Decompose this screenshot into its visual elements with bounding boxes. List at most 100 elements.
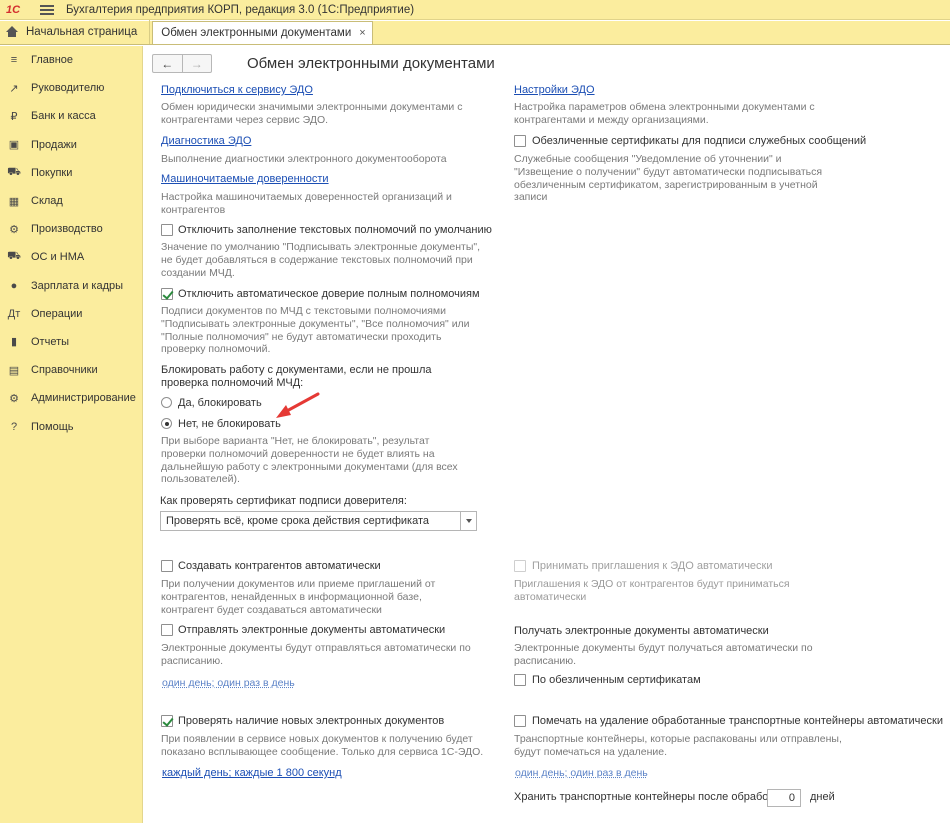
- mcd-desc: Настройка машиночитаемых доверенностей о…: [161, 191, 452, 216]
- close-icon[interactable]: ×: [359, 27, 365, 39]
- sidebar-item-2[interactable]: ↗ Руководителю: [0, 74, 142, 102]
- trend-up-icon: ↗: [9, 82, 19, 95]
- receive-auto-desc: Электронные документы будут получаться а…: [514, 642, 813, 667]
- sidebar-item-14[interactable]: ? Помощь: [0, 412, 142, 440]
- radio-block-yes[interactable]: [161, 397, 172, 408]
- tab-home-label: Начальная страница: [26, 26, 138, 38]
- sidebar-item-1[interactable]: ≡ Главное: [0, 46, 142, 74]
- diagnostics-desc: Выполнение диагностики электронного доку…: [161, 153, 447, 165]
- sidebar-item-5[interactable]: ⛟ Покупки: [0, 159, 142, 187]
- sidebar-item-4[interactable]: ▣ Продажи: [0, 131, 142, 159]
- disable-text-fill-label: Отключить заполнение текстовых полномочи…: [178, 224, 492, 236]
- ruble-coin-icon: ₽: [10, 110, 18, 123]
- sidebar-item-label: Справочники: [31, 364, 98, 377]
- sidebar-item-11[interactable]: ▮ Отчеты: [0, 328, 142, 356]
- sidebar-item-6[interactable]: ▦ Склад: [0, 187, 142, 215]
- edo-settings-link[interactable]: Настройки ЭДО: [514, 84, 595, 96]
- mark-delete-label: Помечать на удаление обработанные трансп…: [532, 715, 943, 727]
- keep-containers-label: Хранить транспортные контейнеры после об…: [514, 791, 788, 803]
- sidebar-item-label: Помощь: [31, 420, 74, 433]
- receive-auto-heading: Получать электронные документы автоматич…: [514, 625, 769, 637]
- sidebar-item-label: Производство: [31, 223, 103, 236]
- check-schedule-link[interactable]: каждый день; каждые 1 800 секунд: [162, 767, 342, 779]
- radio-block-no[interactable]: [161, 418, 172, 429]
- mark-delete-checkbox[interactable]: [514, 715, 526, 727]
- sidebar-item-label: Банк и касса: [31, 110, 96, 123]
- sidebar-item-8[interactable]: ⛟ ОС и НМА: [0, 243, 142, 271]
- settings-gear-icon: ⚙: [9, 392, 19, 405]
- sidebar-item-3[interactable]: ₽ Банк и касса: [0, 102, 142, 130]
- create-counterparties-desc: При получении документов или приеме приг…: [161, 578, 436, 616]
- truck-icon: ⛟: [7, 250, 21, 263]
- page-title: Обмен электронными документами: [247, 55, 495, 72]
- diagnostics-link[interactable]: Диагностика ЭДО: [161, 135, 251, 147]
- disable-text-fill-desc: Значение по умолчанию "Подписывать элект…: [161, 241, 481, 279]
- shopping-bag-icon: ▣: [8, 139, 20, 152]
- connect-edo-link[interactable]: Подключиться к сервису ЭДО: [161, 84, 313, 96]
- send-schedule-link[interactable]: один день; один раз в день: [162, 677, 295, 689]
- sidebar-item-9[interactable]: ● Зарплата и кадры: [0, 272, 142, 300]
- home-icon: [6, 26, 18, 38]
- cert-check-label: Как проверять сертификат подписи доверит…: [160, 495, 407, 507]
- person-icon: ●: [10, 279, 18, 292]
- keep-days-input[interactable]: 0: [767, 789, 801, 807]
- sidebar-item-label: Операции: [31, 307, 83, 320]
- sidebar-item-13[interactable]: ⚙ Администрирование: [0, 384, 142, 412]
- disable-auto-trust-checkbox[interactable]: [161, 288, 173, 300]
- block-question: Блокировать работу с документами, если н…: [161, 364, 432, 389]
- help-question-icon: ?: [10, 420, 18, 433]
- production-gear-icon: ⚙: [9, 223, 19, 236]
- check-new-docs-desc: При появлении в сервисе новых документов…: [161, 733, 484, 758]
- sidebar-item-7[interactable]: ⚙ Производство: [0, 215, 142, 243]
- nav-buttons: ← →: [152, 54, 212, 73]
- send-auto-desc: Электронные документы будут отправляться…: [161, 642, 471, 667]
- bar-chart-icon: ▮: [10, 336, 18, 349]
- tab-edo[interactable]: Обмен электронными документами ×: [152, 21, 373, 44]
- main-menu-icon[interactable]: [40, 4, 54, 15]
- connect-edo-desc: Обмен юридически значимыми электронными …: [161, 101, 463, 126]
- forward-button[interactable]: →: [183, 55, 212, 72]
- main-content: ← → Обмен электронными документами Подкл…: [144, 46, 950, 823]
- tab-bar: Начальная страница Обмен электронными до…: [0, 20, 950, 45]
- sidebar-item-label: Продажи: [31, 138, 77, 151]
- mark-schedule-link[interactable]: один день; один раз в день: [515, 767, 648, 779]
- sidebar-item-label: Главное: [31, 54, 74, 67]
- mark-delete-desc: Транспортные контейнеры, которые распако…: [514, 733, 842, 758]
- cert-check-value: Проверять всё, кроме срока действия серт…: [166, 515, 430, 527]
- sidebar-item-12[interactable]: ▤ Справочники: [0, 356, 142, 384]
- chevron-down-icon[interactable]: [460, 512, 476, 530]
- check-new-docs-label: Проверять наличие новых электронных доку…: [178, 715, 445, 727]
- impersonal-certs-checkbox[interactable]: [514, 135, 526, 147]
- accept-invites-desc: Приглашения к ЭДО от контрагентов будут …: [514, 578, 790, 603]
- radio-block-yes-label: Да, блокировать: [178, 397, 262, 409]
- send-auto-label: Отправлять электронные документы автомат…: [178, 624, 446, 636]
- by-impersonal-certs-checkbox[interactable]: [514, 674, 526, 686]
- create-counterparties-checkbox[interactable]: [161, 560, 173, 572]
- sidebar-item-label: Руководителю: [31, 82, 105, 95]
- sidebar-item-label: Зарплата и кадры: [31, 279, 124, 292]
- impersonal-certs-desc: Служебные сообщения "Уведомление об уточ…: [514, 153, 823, 204]
- create-counterparties-label: Создавать контрагентов автоматически: [178, 560, 381, 572]
- disable-text-fill-checkbox[interactable]: [161, 224, 173, 236]
- sidebar: ≡ Главное ↗ Руководителю ₽ Банк и касса ▣ Прода…: [0, 46, 143, 823]
- back-button[interactable]: ←: [153, 55, 183, 72]
- cart-icon: ⛟: [7, 165, 21, 178]
- send-auto-checkbox[interactable]: [161, 624, 173, 636]
- menu-lines-icon: ≡: [10, 54, 18, 67]
- debit-credit-icon: Дт: [7, 307, 21, 320]
- check-new-docs-checkbox[interactable]: [161, 715, 173, 727]
- accept-invites-label: Принимать приглашения к ЭДО автоматическ…: [532, 560, 773, 572]
- radio-block-no-label: Нет, не блокировать: [178, 418, 281, 430]
- title-bar: 1С Бухгалтерия предприятия КОРП, редакци…: [0, 0, 950, 20]
- book-icon: ▤: [8, 364, 20, 377]
- tab-edo-label: Обмен электронными документами: [161, 27, 352, 39]
- sidebar-item-label: Отчеты: [31, 335, 70, 348]
- by-impersonal-certs-label: По обезличенным сертификатам: [532, 674, 701, 686]
- mcd-link[interactable]: Машиночитаемые доверенности: [161, 173, 329, 185]
- cert-check-select[interactable]: Проверять всё, кроме срока действия серт…: [160, 511, 477, 531]
- accept-invites-checkbox[interactable]: [514, 560, 526, 572]
- tab-home[interactable]: Начальная страница: [0, 20, 151, 44]
- keep-days-unit: дней: [810, 791, 835, 803]
- edo-settings-desc: Настройка параметров обмена электронными…: [514, 101, 815, 126]
- sidebar-item-10[interactable]: Дт Операции: [0, 300, 142, 328]
